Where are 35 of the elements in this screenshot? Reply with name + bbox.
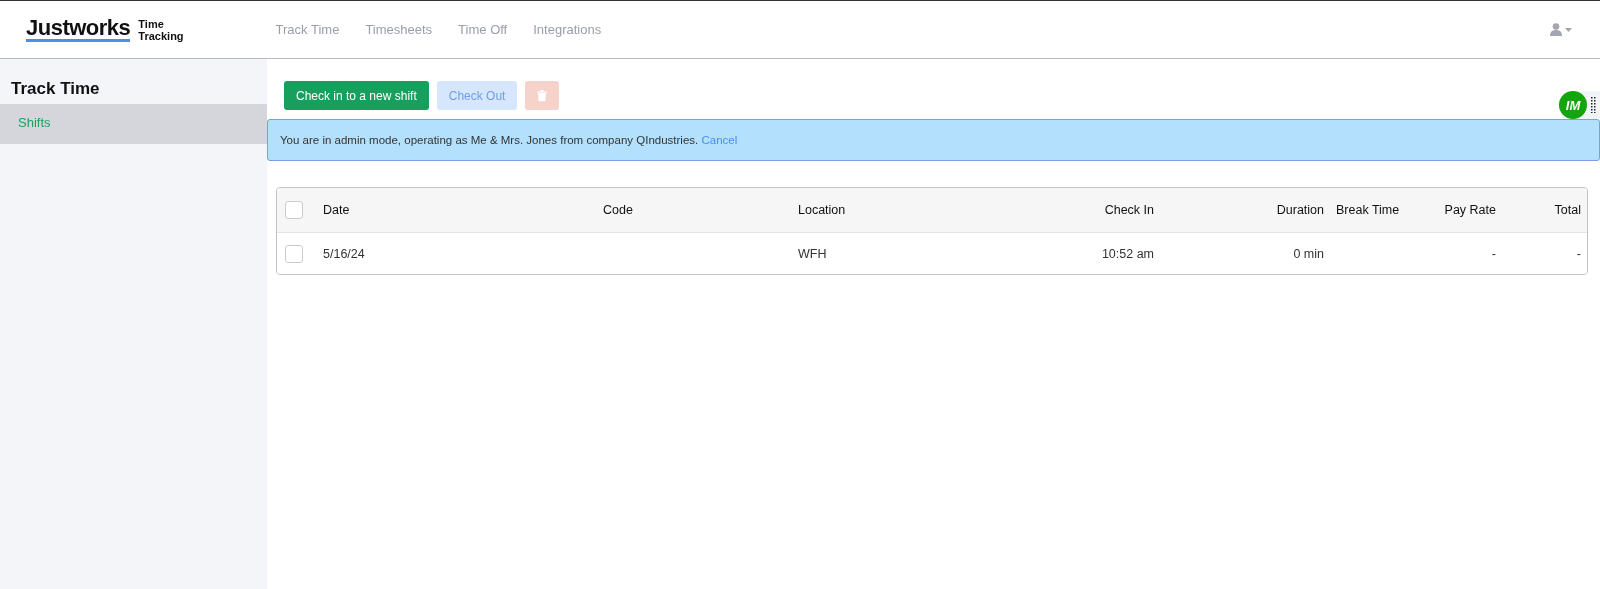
column-header: Code	[602, 203, 634, 217]
column-header: Check In	[1103, 203, 1155, 217]
column-header: Date	[322, 203, 351, 217]
row-checkbox[interactable]	[285, 244, 303, 263]
table-cell-text: WFH	[797, 246, 828, 261]
nav-link[interactable]: Time Off	[458, 22, 508, 37]
drag-handle-icon[interactable]	[1591, 97, 1596, 113]
column-header: Break Time	[1335, 203, 1401, 217]
nav-link[interactable]: Track Time	[275, 22, 340, 37]
sidebar-item[interactable]: Shifts	[0, 104, 267, 144]
column-header: Duration	[1275, 203, 1325, 217]
floating-widget[interactable]: IM	[1559, 91, 1600, 119]
user-menu[interactable]	[1550, 23, 1572, 36]
product-name: Time	[138, 17, 165, 30]
table-cell-text: -	[1575, 246, 1582, 261]
check-in-button[interactable]: Check in to a new shift	[284, 81, 429, 110]
trash-icon	[537, 89, 548, 102]
cancel-link[interactable]: Cancel	[701, 134, 738, 146]
column-header: Total	[1553, 203, 1582, 217]
table-cell-text: 5/16/24	[322, 246, 366, 261]
logo[interactable]: Justworks	[26, 17, 131, 42]
select-all-checkbox[interactable]	[285, 201, 303, 219]
nav-link[interactable]: Integrations	[533, 22, 602, 37]
nav-link[interactable]: Timesheets	[365, 22, 433, 37]
table-cell-text: -	[1490, 246, 1497, 261]
table-cell-text: 0 min	[1292, 246, 1325, 261]
widget-badge[interactable]: IM	[1559, 91, 1587, 119]
column-header: Pay Rate	[1443, 203, 1497, 217]
product-name: Tracking	[138, 29, 184, 42]
column-header: Location	[797, 203, 847, 217]
banner-text: You are in admin mode, operating as Me & Mrs. Jones from company QIndustries.	[280, 134, 699, 146]
user-icon	[1550, 23, 1562, 36]
caret-icon	[1565, 27, 1572, 32]
sidebar-title: Track Time	[10, 79, 101, 100]
table-cell-text: 10:52 am	[1100, 246, 1155, 261]
